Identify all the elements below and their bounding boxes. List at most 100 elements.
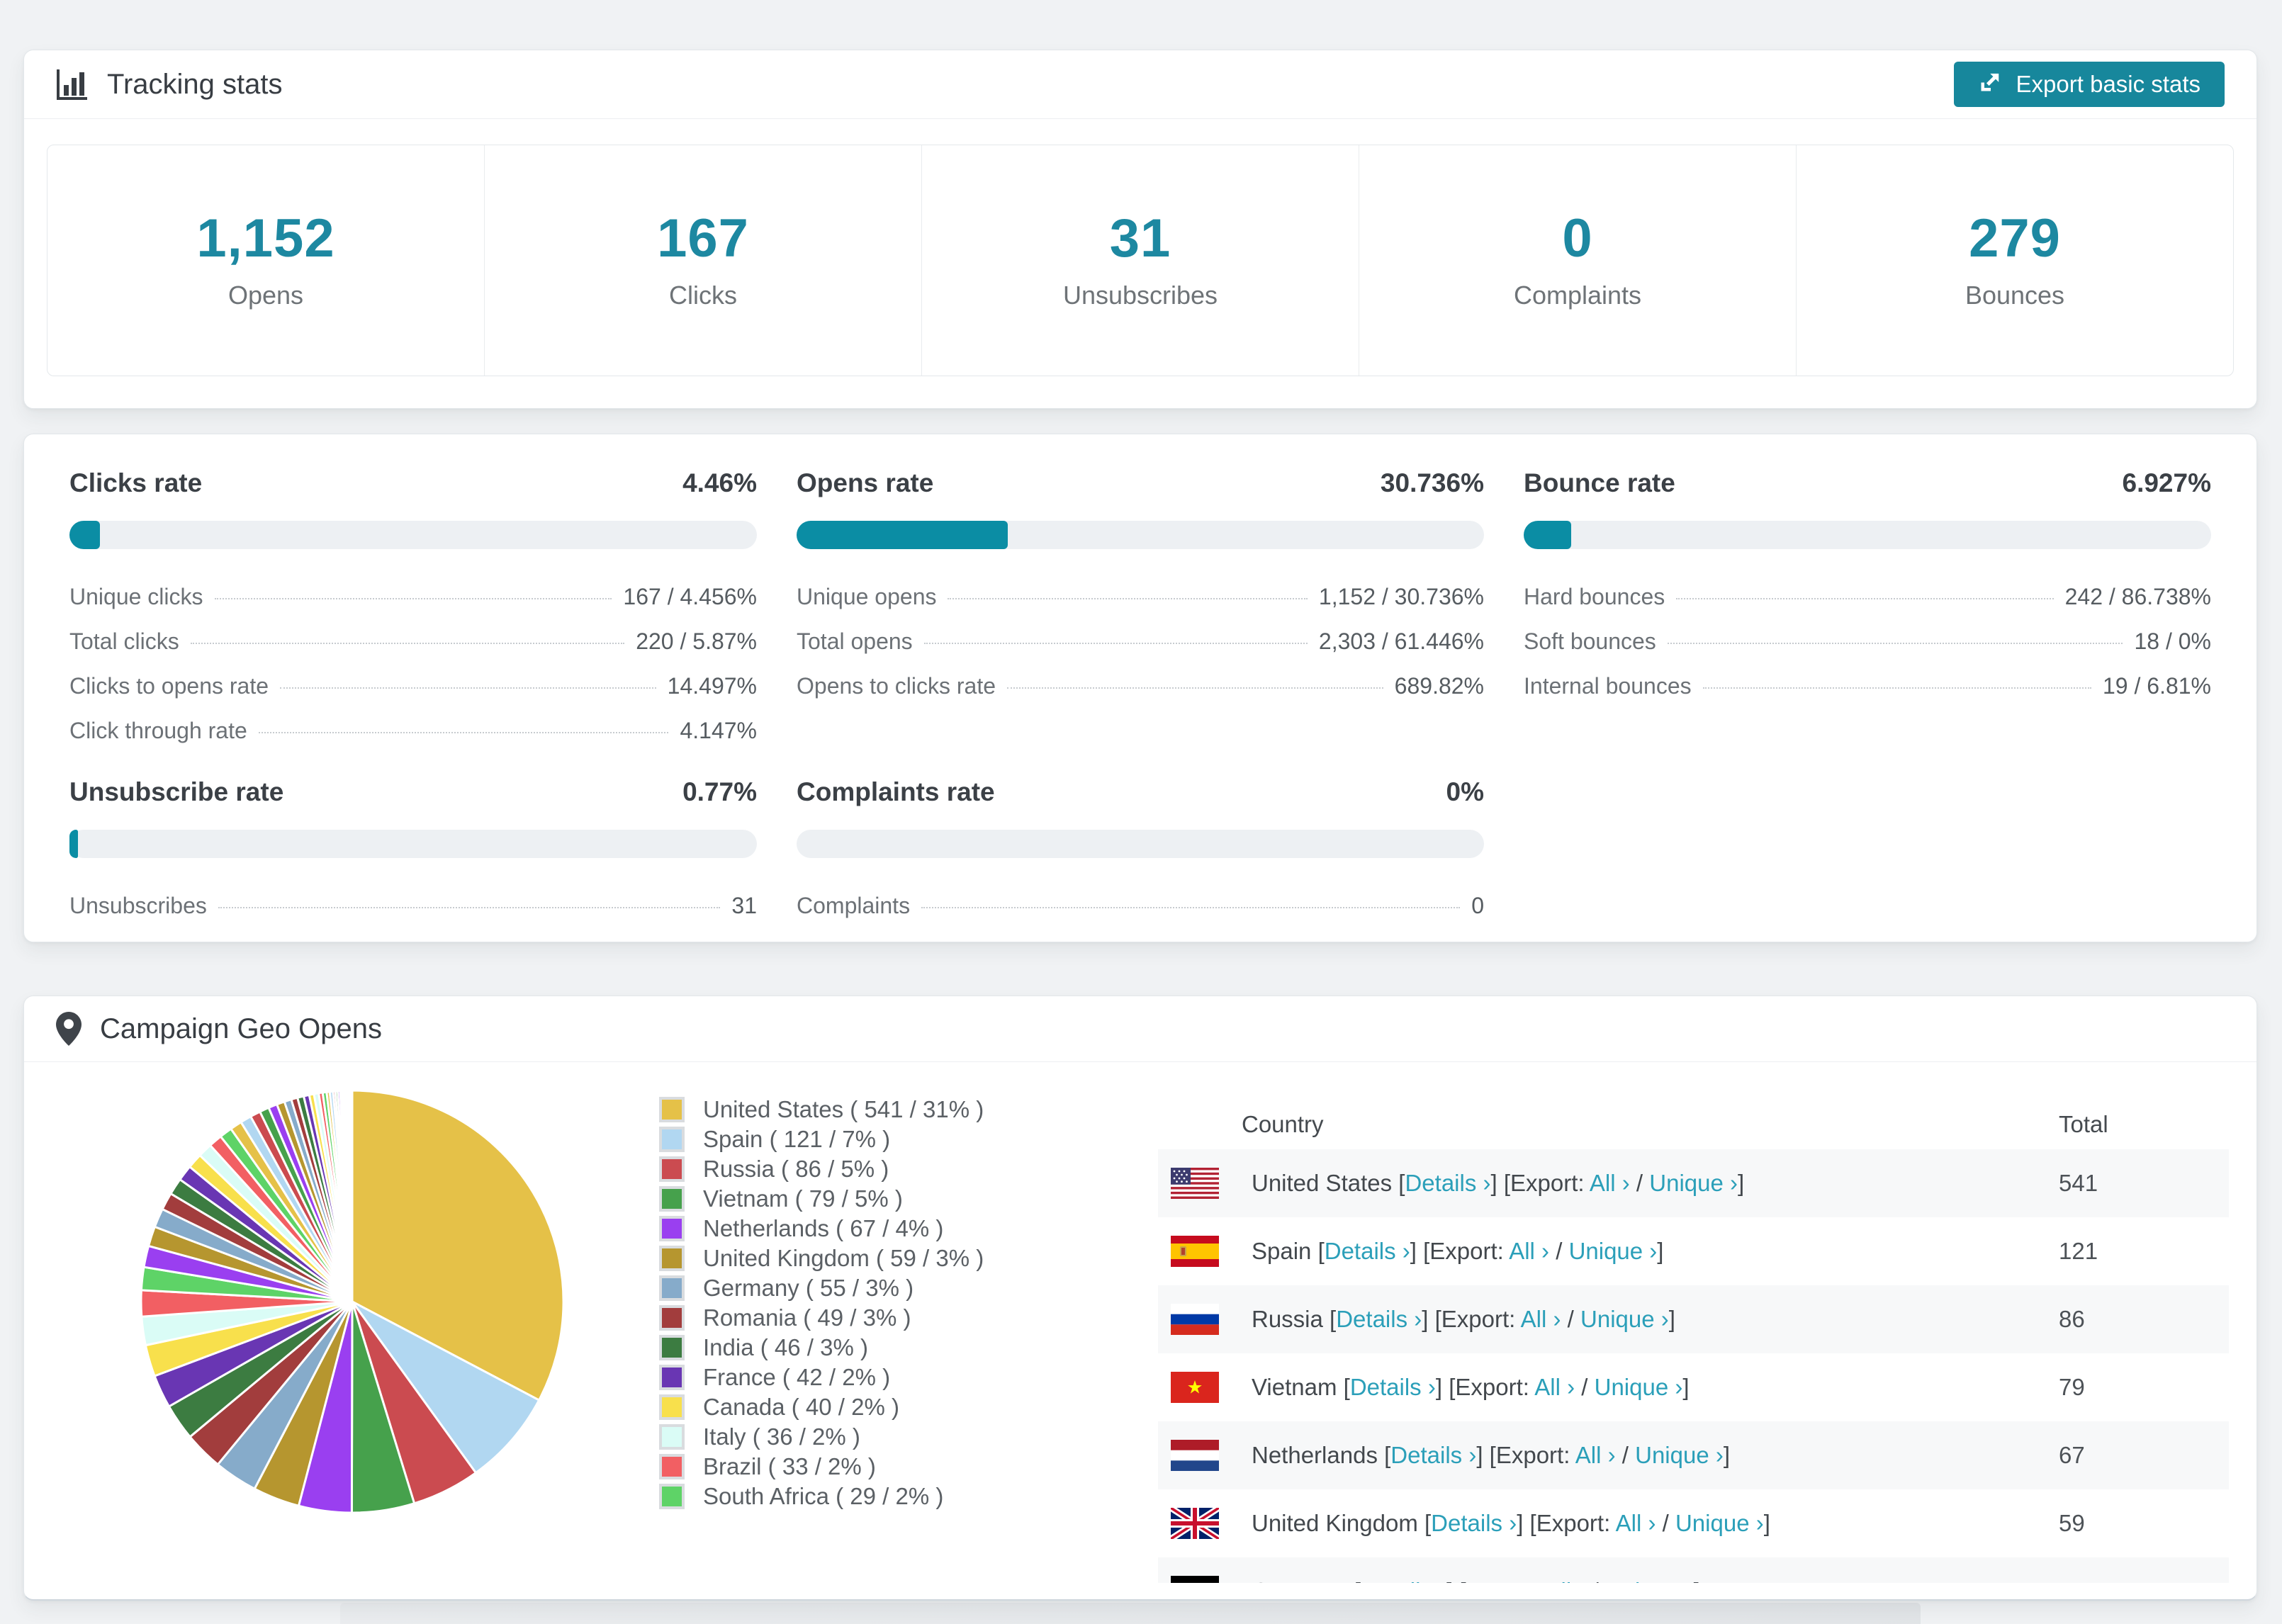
export-unique-link[interactable]: Unique › <box>1605 1578 1694 1583</box>
export-unique-link[interactable]: Unique › <box>1635 1442 1724 1468</box>
rate-title: Bounce rate <box>1524 468 1675 497</box>
geo-table-header: Country Total <box>1158 1100 2229 1149</box>
legend-label: Romania ( 49 / 3% ) <box>703 1304 911 1331</box>
legend-swatch-icon <box>659 1186 685 1212</box>
legend-swatch-icon <box>659 1454 685 1479</box>
export-unique-link[interactable]: Unique › <box>1580 1306 1669 1332</box>
rate-row-value: 1,152 / 30.736% <box>1318 584 1484 609</box>
details-link[interactable]: Details › <box>1405 1170 1490 1196</box>
details-link[interactable]: Details › <box>1325 1238 1410 1264</box>
rate-row: Complaints 0 <box>797 884 1484 928</box>
legend-item: Canada ( 40 / 2% ) <box>659 1392 1056 1422</box>
row-total: 67 <box>2059 1442 2085 1468</box>
stat-value: 1,152 <box>196 208 335 269</box>
dotted-leader <box>1702 687 2091 689</box>
rate-row-label: Unsubscribes <box>69 893 207 918</box>
flag-gb-icon <box>1171 1508 1219 1539</box>
rate-row-value: 0 <box>1471 893 1484 918</box>
rate-title: Unsubscribe rate <box>69 777 284 806</box>
country-name: Netherlands <box>1252 1442 1378 1468</box>
rate-row-label: Opens to clicks rate <box>797 673 996 699</box>
export-unique-link[interactable]: Unique › <box>1675 1510 1764 1536</box>
progress-bar <box>69 830 757 858</box>
geo-body: United States ( 541 / 31% ) Spain ( 121 /… <box>24 1062 2256 1583</box>
stat-opens: 1,152 Opens <box>47 145 484 376</box>
dotted-leader <box>280 687 656 689</box>
export-icon <box>1978 69 2003 100</box>
row-total: 59 <box>2059 1510 2085 1536</box>
details-link[interactable]: Details › <box>1390 1442 1476 1468</box>
rate-row-label: Complaints <box>797 893 911 918</box>
rate-row-value: 167 / 4.456% <box>623 584 757 609</box>
rate-row-value: 14.497% <box>667 673 757 699</box>
flag-es-icon <box>1171 1236 1219 1267</box>
legend-label: Germany ( 55 / 3% ) <box>703 1275 914 1301</box>
export-all-link[interactable]: All › <box>1521 1306 1561 1332</box>
export-all-link[interactable]: All › <box>1509 1238 1549 1264</box>
country-cell: United States [Details ›] [Export: All ›… <box>1252 1170 1745 1196</box>
export-basic-stats-button[interactable]: Export basic stats <box>1953 62 2225 107</box>
rate-value: 0% <box>1446 777 1484 806</box>
flag-us-icon <box>1171 1168 1219 1199</box>
export-all-link[interactable]: All › <box>1590 1170 1630 1196</box>
details-link[interactable]: Details › <box>1350 1374 1436 1400</box>
export-label: Export: <box>1429 1238 1504 1264</box>
export-all-link[interactable]: All › <box>1575 1442 1616 1468</box>
table-row: Russia [Details ›] [Export: All › / Uniq… <box>1158 1285 2229 1353</box>
legend-item: Spain ( 121 / 7% ) <box>659 1124 1056 1154</box>
legend-item: Romania ( 49 / 3% ) <box>659 1303 1056 1333</box>
row-total: 55 <box>2059 1578 2229 1583</box>
progress-fill <box>69 830 78 858</box>
legend-item: United States ( 541 / 31% ) <box>659 1095 1056 1124</box>
export-all-link[interactable]: All › <box>1616 1510 1656 1536</box>
stat-label: Opens <box>227 281 304 310</box>
rate-row-label: Clicks to opens rate <box>69 673 269 699</box>
legend-item: Russia ( 86 / 5% ) <box>659 1154 1056 1184</box>
geo-table-rows: United States [Details ›] [Export: All ›… <box>1158 1149 2229 1583</box>
rate-row-value: 2,303 / 61.446% <box>1318 628 1484 654</box>
stat-label: Unsubscribes <box>1062 281 1218 310</box>
rate-block-bounce-rate: Bounce rate 6.927% Hard bounces 242 / 86.73… <box>1524 468 2211 753</box>
export-label: Export: <box>1466 1578 1541 1583</box>
rate-title: Opens rate <box>797 468 934 497</box>
export-label: Export: <box>1455 1374 1529 1400</box>
rate-row-value: 31 <box>731 893 757 918</box>
progress-bar <box>1524 521 2211 549</box>
country-cell: Germany [Details ›] [Export: All › / Uni… <box>1252 1578 2059 1583</box>
legend-label: Spain ( 121 / 7% ) <box>703 1126 891 1152</box>
rate-row-label: Soft bounces <box>1524 628 1656 654</box>
export-all-link[interactable]: All › <box>1546 1578 1586 1583</box>
rate-title: Complaints rate <box>797 777 995 806</box>
rate-row: Click through rate 4.147% <box>69 709 757 753</box>
legend-item: France ( 42 / 2% ) <box>659 1363 1056 1392</box>
legend-label: Vietnam ( 79 / 5% ) <box>703 1185 903 1212</box>
stat-complaints: 0 Complaints <box>1359 145 1796 376</box>
rate-row: Unsubscribes 31 <box>69 884 757 928</box>
legend-swatch-icon <box>659 1394 685 1420</box>
legend-item: Vietnam ( 79 / 5% ) <box>659 1184 1056 1214</box>
flag-de-icon <box>1171 1576 1219 1583</box>
details-link[interactable]: Details › <box>1336 1306 1422 1332</box>
rate-title: Clicks rate <box>69 468 203 497</box>
legend-swatch-icon <box>659 1305 685 1331</box>
progress-bar <box>69 521 757 549</box>
geo-header: Campaign Geo Opens <box>24 996 2256 1062</box>
legend-item: Italy ( 36 / 2% ) <box>659 1422 1056 1452</box>
stats-row: 1,152 Opens 167 Clicks 31 Unsubscribes 0 Compla… <box>47 145 2234 376</box>
rate-row: Unique clicks 167 / 4.456% <box>69 575 757 619</box>
export-all-link[interactable]: All › <box>1534 1374 1575 1400</box>
row-total: 121 <box>2059 1238 2098 1264</box>
rate-row: Unique opens 1,152 / 30.736% <box>797 575 1484 619</box>
dotted-leader <box>218 907 721 908</box>
stat-value: 167 <box>657 208 749 269</box>
flag-vn-icon <box>1171 1372 1219 1403</box>
legend-label: United Kingdom ( 59 / 3% ) <box>703 1245 984 1271</box>
rate-row: Opens to clicks rate 689.82% <box>797 664 1484 709</box>
dotted-leader <box>948 598 1308 599</box>
export-unique-link[interactable]: Unique › <box>1569 1238 1658 1264</box>
export-unique-link[interactable]: Unique › <box>1595 1374 1683 1400</box>
rate-row-label: Click through rate <box>69 718 247 743</box>
export-unique-link[interactable]: Unique › <box>1649 1170 1738 1196</box>
details-link[interactable]: Details › <box>1431 1510 1517 1536</box>
details-link[interactable]: Details › <box>1361 1578 1446 1583</box>
